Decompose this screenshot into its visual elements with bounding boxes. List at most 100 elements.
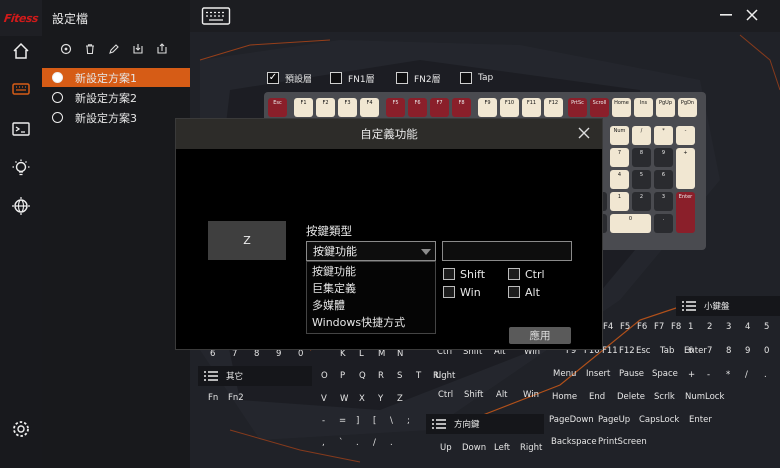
- palette-key[interactable]: 2: [707, 322, 712, 332]
- keyboard-key[interactable]: F6: [408, 98, 427, 117]
- palette-key[interactable]: Enter: [689, 415, 712, 425]
- rename-profile-icon[interactable]: [102, 39, 126, 59]
- palette-key[interactable]: Right: [520, 443, 542, 453]
- checkbox-icon[interactable]: [330, 72, 342, 84]
- keyboard-key[interactable]: F8: [452, 98, 471, 117]
- home-icon[interactable]: [0, 38, 42, 64]
- checkbox-icon[interactable]: [443, 268, 455, 280]
- keyboard-key[interactable]: F10: [500, 98, 519, 117]
- add-profile-icon[interactable]: [54, 39, 78, 59]
- import-profile-icon[interactable]: [126, 39, 150, 59]
- palette-key[interactable]: -: [322, 416, 325, 426]
- palette-key[interactable]: Up: [440, 443, 452, 453]
- keyboard-key[interactable]: F7: [430, 98, 449, 117]
- palette-key[interactable]: X: [359, 394, 365, 404]
- close-icon[interactable]: [742, 5, 762, 25]
- palette-key[interactable]: Z: [397, 394, 403, 404]
- keyboard-key[interactable]: F5: [386, 98, 405, 117]
- palette-key[interactable]: PageDown: [549, 415, 594, 425]
- palette-key[interactable]: 1: [688, 322, 693, 332]
- keyboard-key[interactable]: PrtSc: [568, 98, 587, 117]
- keyboard-key[interactable]: F4: [360, 98, 379, 117]
- keyboard-key[interactable]: 8: [632, 148, 651, 167]
- palette-key[interactable]: Ctrl: [438, 390, 453, 400]
- palette-key[interactable]: 7: [707, 346, 712, 356]
- palette-key[interactable]: Backspace: [551, 437, 597, 447]
- palette-key[interactable]: O: [321, 371, 328, 381]
- palette-key[interactable]: K: [340, 349, 346, 359]
- palette-key[interactable]: W: [340, 394, 348, 404]
- keyboard-key[interactable]: Esc: [268, 98, 287, 117]
- minimize-icon[interactable]: [716, 5, 736, 25]
- palette-key[interactable]: S: [397, 371, 402, 381]
- modifier-win[interactable]: Win: [443, 284, 481, 300]
- palette-key[interactable]: PrintScreen: [598, 437, 647, 447]
- keyboard-key[interactable]: 1: [610, 192, 629, 211]
- palette-key[interactable]: Esc: [636, 346, 650, 356]
- palette-key[interactable]: Fn: [208, 393, 218, 403]
- delete-profile-icon[interactable]: [78, 39, 102, 59]
- export-profile-icon[interactable]: [150, 39, 174, 59]
- palette-key[interactable]: 6: [688, 346, 693, 356]
- palette-key[interactable]: Insert: [586, 369, 610, 379]
- palette-key[interactable]: .: [356, 438, 359, 448]
- layer-fn1[interactable]: FN1層: [330, 70, 375, 86]
- keyboard-key[interactable]: F11: [522, 98, 541, 117]
- keyboard-key[interactable]: Ins: [634, 98, 653, 117]
- keyboard-key[interactable]: 9: [654, 148, 673, 167]
- palette-key[interactable]: F4: [603, 322, 613, 332]
- keyboard-key[interactable]: F2: [316, 98, 335, 117]
- keyboard-key[interactable]: Num: [610, 126, 629, 145]
- checkbox-checked-icon[interactable]: ✓: [267, 72, 279, 84]
- palette-key[interactable]: M: [378, 349, 385, 359]
- keyboard-key[interactable]: /: [632, 126, 651, 145]
- keyboard-key[interactable]: Home: [612, 98, 631, 117]
- palette-key[interactable]: 0: [298, 349, 303, 359]
- modifier-shift[interactable]: Shift: [443, 266, 485, 282]
- keyboard-key[interactable]: *: [654, 126, 673, 145]
- profile-item[interactable]: 新設定方案3: [42, 108, 190, 127]
- palette-key[interactable]: 6: [210, 349, 215, 359]
- palette-key[interactable]: =: [339, 416, 346, 426]
- palette-key[interactable]: 7: [232, 349, 237, 359]
- palette-key[interactable]: Menu: [553, 369, 576, 379]
- palette-key[interactable]: Scrlk: [654, 392, 675, 402]
- palette-key[interactable]: R: [378, 371, 384, 381]
- key-type-option[interactable]: 巨集定義: [307, 279, 435, 296]
- palette-key[interactable]: -: [707, 370, 710, 380]
- palette-key[interactable]: F8: [671, 322, 681, 332]
- checkbox-icon[interactable]: [460, 72, 472, 84]
- palette-key[interactable]: Y: [378, 394, 383, 404]
- palette-key[interactable]: F7: [654, 322, 664, 332]
- key-input[interactable]: [442, 241, 572, 261]
- checkbox-icon[interactable]: [508, 268, 520, 280]
- checkbox-icon[interactable]: [443, 286, 455, 298]
- palette-key[interactable]: CapsLock: [639, 415, 679, 425]
- palette-key[interactable]: /: [373, 438, 376, 448]
- palette-key[interactable]: Right: [433, 371, 455, 381]
- keyboard-key[interactable]: Enter: [676, 192, 695, 233]
- palette-key[interactable]: 4: [745, 322, 750, 332]
- key-type-select[interactable]: 按鍵功能: [306, 241, 436, 261]
- keyboard-key[interactable]: 5: [632, 170, 651, 189]
- layer-default[interactable]: ✓ 預設層: [267, 70, 312, 86]
- palette-key[interactable]: Space: [652, 369, 678, 379]
- palette-key[interactable]: NumLock: [685, 392, 724, 402]
- lightbulb-icon[interactable]: [0, 155, 42, 181]
- keyboard-view-icon[interactable]: [200, 4, 232, 28]
- palette-key[interactable]: P: [340, 371, 345, 381]
- keyboard-key[interactable]: PgDn: [678, 98, 697, 117]
- layer-fn2[interactable]: FN2層: [396, 70, 441, 86]
- palette-key[interactable]: +: [688, 370, 695, 380]
- palette-key[interactable]: F6: [637, 322, 647, 332]
- keyboard-key[interactable]: .: [654, 214, 673, 233]
- palette-key[interactable]: V: [321, 394, 327, 404]
- palette-key[interactable]: *: [726, 370, 730, 380]
- palette-key[interactable]: Shift: [464, 390, 483, 400]
- palette-key[interactable]: .: [764, 370, 767, 380]
- palette-key[interactable]: .: [390, 438, 393, 448]
- palette-key[interactable]: 9: [276, 349, 281, 359]
- keyboard-key[interactable]: -: [676, 126, 695, 145]
- palette-key[interactable]: Down: [462, 443, 486, 453]
- keyboard-key[interactable]: F3: [338, 98, 357, 117]
